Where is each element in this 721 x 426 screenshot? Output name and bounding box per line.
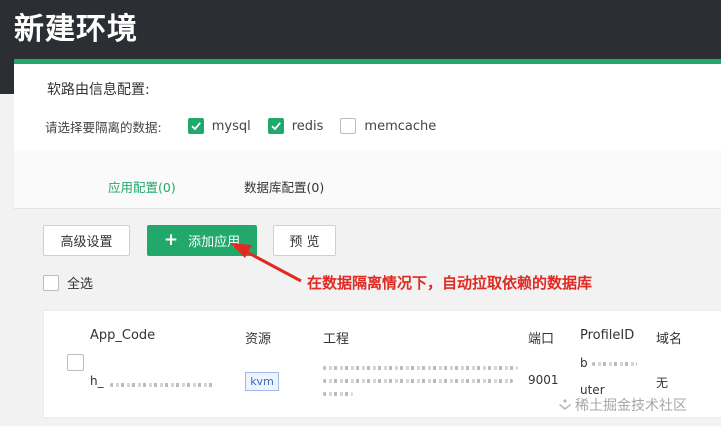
watermark: 稀土掘金技术社区 <box>558 395 687 415</box>
cell-profile-prefix: b <box>580 356 588 370</box>
watermark-text: 稀土掘金技术社区 <box>575 398 687 414</box>
annotation-text: 在数据隔离情况下，自动拉取依赖的数据库 <box>307 274 593 292</box>
redacted-profile-id <box>592 362 637 366</box>
redacted-project-line <box>323 379 513 383</box>
row-checkbox[interactable] <box>67 354 84 371</box>
col-header-project: 工程 <box>323 332 350 347</box>
col-header-profile-id: ProfileID <box>580 328 635 343</box>
juejin-logo-icon <box>559 399 571 410</box>
col-header-app-code: App_Code <box>90 328 156 343</box>
cell-port: 9001 <box>528 373 559 387</box>
col-header-port: 端口 <box>528 332 555 347</box>
resource-badge: kvm <box>245 372 279 391</box>
cell-domain: 无 <box>656 376 669 390</box>
col-header-domain: 域名 <box>656 332 683 347</box>
redacted-project-line <box>323 392 353 396</box>
col-header-resource: 资源 <box>245 332 272 347</box>
cell-app-code: h_ <box>90 374 104 388</box>
redacted-project-line <box>323 366 518 370</box>
redacted-app-code <box>110 383 215 387</box>
